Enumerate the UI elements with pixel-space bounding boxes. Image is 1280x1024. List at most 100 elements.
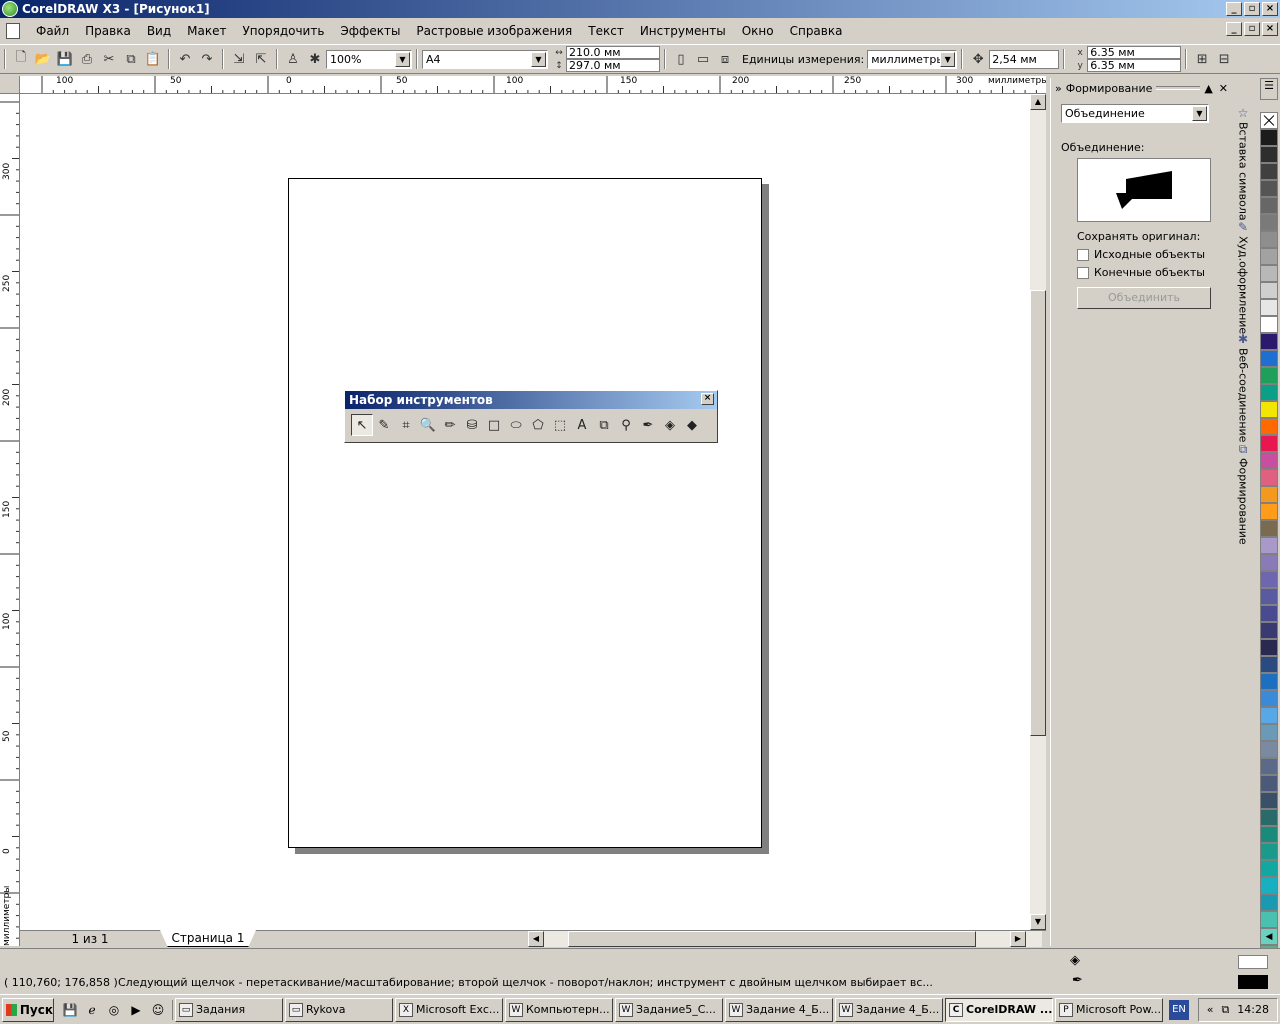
color-swatch[interactable] [1260,792,1278,809]
color-swatch[interactable] [1260,418,1278,435]
dup-x-field[interactable]: 6.35 мм [1087,46,1182,59]
close-button[interactable]: × [1262,2,1278,16]
color-swatch[interactable] [1260,588,1278,605]
color-swatch[interactable] [1260,758,1278,775]
docker-collapse-icon[interactable]: ▲ [1204,82,1212,95]
color-swatch[interactable] [1260,741,1278,758]
menu-help[interactable]: Справка [782,24,851,38]
task-button[interactable]: ▭ Задания [175,997,283,1022]
color-swatch[interactable] [1260,503,1278,520]
scroll-right-icon[interactable]: ▶ [1010,931,1026,947]
polygon-tool-icon[interactable]: ⬠ [527,414,549,436]
task-button[interactable]: W Задание 4_Б... [725,997,833,1022]
scroll-down-icon[interactable]: ▼ [1030,914,1046,930]
chevron-down-icon[interactable]: ▼ [531,51,546,67]
color-swatch[interactable] [1260,248,1278,265]
pick-tool-icon[interactable]: ↖ [351,414,373,436]
document-icon[interactable] [6,23,20,39]
menu-layout[interactable]: Макет [179,24,234,38]
tab-web-connector[interactable]: ✱ Веб-соединение [1232,332,1254,442]
basic-shapes-tool-icon[interactable]: ⬚ [549,414,571,436]
open-icon[interactable]: 📂 [33,49,53,69]
drawing-page[interactable] [288,178,762,848]
fill-tool-icon[interactable]: ◈ [659,414,681,436]
rectangle-tool-icon[interactable]: □ [483,414,505,436]
task-button[interactable]: W Задание 4_Б... [835,997,943,1022]
palette-scroll-icon[interactable]: ◀ [1260,932,1278,946]
tray-expand-icon[interactable]: « [1207,1003,1214,1016]
color-swatch[interactable] [1260,537,1278,554]
task-button[interactable]: W Задание5_С... [615,997,723,1022]
menu-file[interactable]: Файл [28,24,77,38]
paper-height-field[interactable]: 297.0 мм [566,59,660,72]
snap-grid-icon[interactable]: ⊞ [1192,49,1212,69]
tab-insert-character[interactable]: ☆ Вставка символа [1232,106,1254,221]
new-document-icon[interactable]: 🗋 [11,49,31,69]
media-player-icon[interactable]: ▶ [126,1000,146,1020]
task-button[interactable]: ▭ Rykova [285,997,393,1022]
source-objects-checkbox[interactable] [1077,248,1089,261]
interactive-fill-tool-icon[interactable]: ◆ [681,414,703,436]
color-swatch[interactable] [1260,231,1278,248]
color-swatch[interactable] [1260,129,1278,146]
menu-effects[interactable]: Эффекты [332,24,408,38]
cut-icon[interactable]: ✂ [99,49,119,69]
menu-window[interactable]: Окно [734,24,782,38]
color-swatch[interactable] [1260,860,1278,877]
doc-close-button[interactable]: × [1262,22,1278,36]
tab-artistic-media[interactable]: ✎ Худ.оформление [1232,220,1254,334]
shape-tool-icon[interactable]: ✎ [373,414,395,436]
horizontal-scroll-thumb[interactable] [568,931,976,947]
outline-tool-icon[interactable]: ✒ [637,414,659,436]
import-icon[interactable]: ⇲ [229,49,249,69]
horizontal-scrollbar[interactable]: ◀ ▶ [528,931,1042,947]
save-quick-icon[interactable]: 💾 [60,1000,80,1020]
doc-restore-button[interactable]: ▫ [1244,22,1260,36]
color-swatch[interactable] [1260,265,1278,282]
ie-icon[interactable]: ℯ [82,1000,102,1020]
color-swatch[interactable] [1260,775,1278,792]
print-icon[interactable]: ⎙ [77,49,97,69]
corel-online-icon[interactable]: ✱ [305,49,325,69]
copy-icon[interactable]: ⧉ [121,49,141,69]
paper-type-combo[interactable]: A4 ▼ [422,49,548,69]
color-swatch[interactable] [1260,401,1278,418]
freehand-tool-icon[interactable]: ✏ [439,414,461,436]
color-swatch[interactable] [1260,197,1278,214]
color-swatch[interactable] [1260,605,1278,622]
target-objects-checkbox[interactable] [1077,266,1089,279]
task-button[interactable]: W Компьютерн... [505,997,613,1022]
color-swatch[interactable] [1260,486,1278,503]
text-tool-icon[interactable]: A [571,414,593,436]
chevron-down-icon[interactable]: ▼ [1192,106,1207,121]
color-swatch[interactable] [1260,877,1278,894]
horizontal-ruler[interactable]: 100 50 0 50 100 150 200 250 300 миллимет… [20,76,1046,94]
color-swatch[interactable] [1260,707,1278,724]
ruler-origin[interactable] [0,76,20,94]
task-button[interactable]: X Microsoft Exc... [395,997,503,1022]
crop-tool-icon[interactable]: ⌗ [395,414,417,436]
color-swatch[interactable] [1260,622,1278,639]
task-button-active[interactable]: C CorelDRAW ... [945,997,1053,1022]
source-objects-row[interactable]: Исходные объекты [1077,248,1222,261]
color-swatch[interactable] [1260,384,1278,401]
interactive-blend-tool-icon[interactable]: ⧉ [593,414,615,436]
paper-width-field[interactable]: 210.0 мм [566,46,660,59]
color-swatch[interactable] [1260,520,1278,537]
color-swatch[interactable] [1260,724,1278,741]
color-swatch[interactable] [1260,146,1278,163]
explorer-icon[interactable]: ◎ [104,1000,124,1020]
zoom-tool-icon[interactable]: 🔍 [417,414,439,436]
vertical-ruler[interactable]: 300 250 200 150 100 50 0 миллиметры [0,94,20,946]
tab-shaping[interactable]: ⧉ Формирование [1232,442,1254,545]
menu-edit[interactable]: Правка [77,24,139,38]
eyedropper-tool-icon[interactable]: ⚲ [615,414,637,436]
scroll-left-icon[interactable]: ◀ [528,931,544,947]
undo-icon[interactable]: ↶ [175,49,195,69]
language-indicator[interactable]: EN [1169,999,1189,1020]
toolbox-close-icon[interactable]: × [701,393,714,405]
units-combo[interactable]: миллиметры ▼ [867,49,958,69]
vertical-scrollbar[interactable]: ▲ ▼ [1030,94,1046,930]
messenger-icon[interactable]: ☺ [148,1000,168,1020]
color-swatch[interactable] [1260,826,1278,843]
